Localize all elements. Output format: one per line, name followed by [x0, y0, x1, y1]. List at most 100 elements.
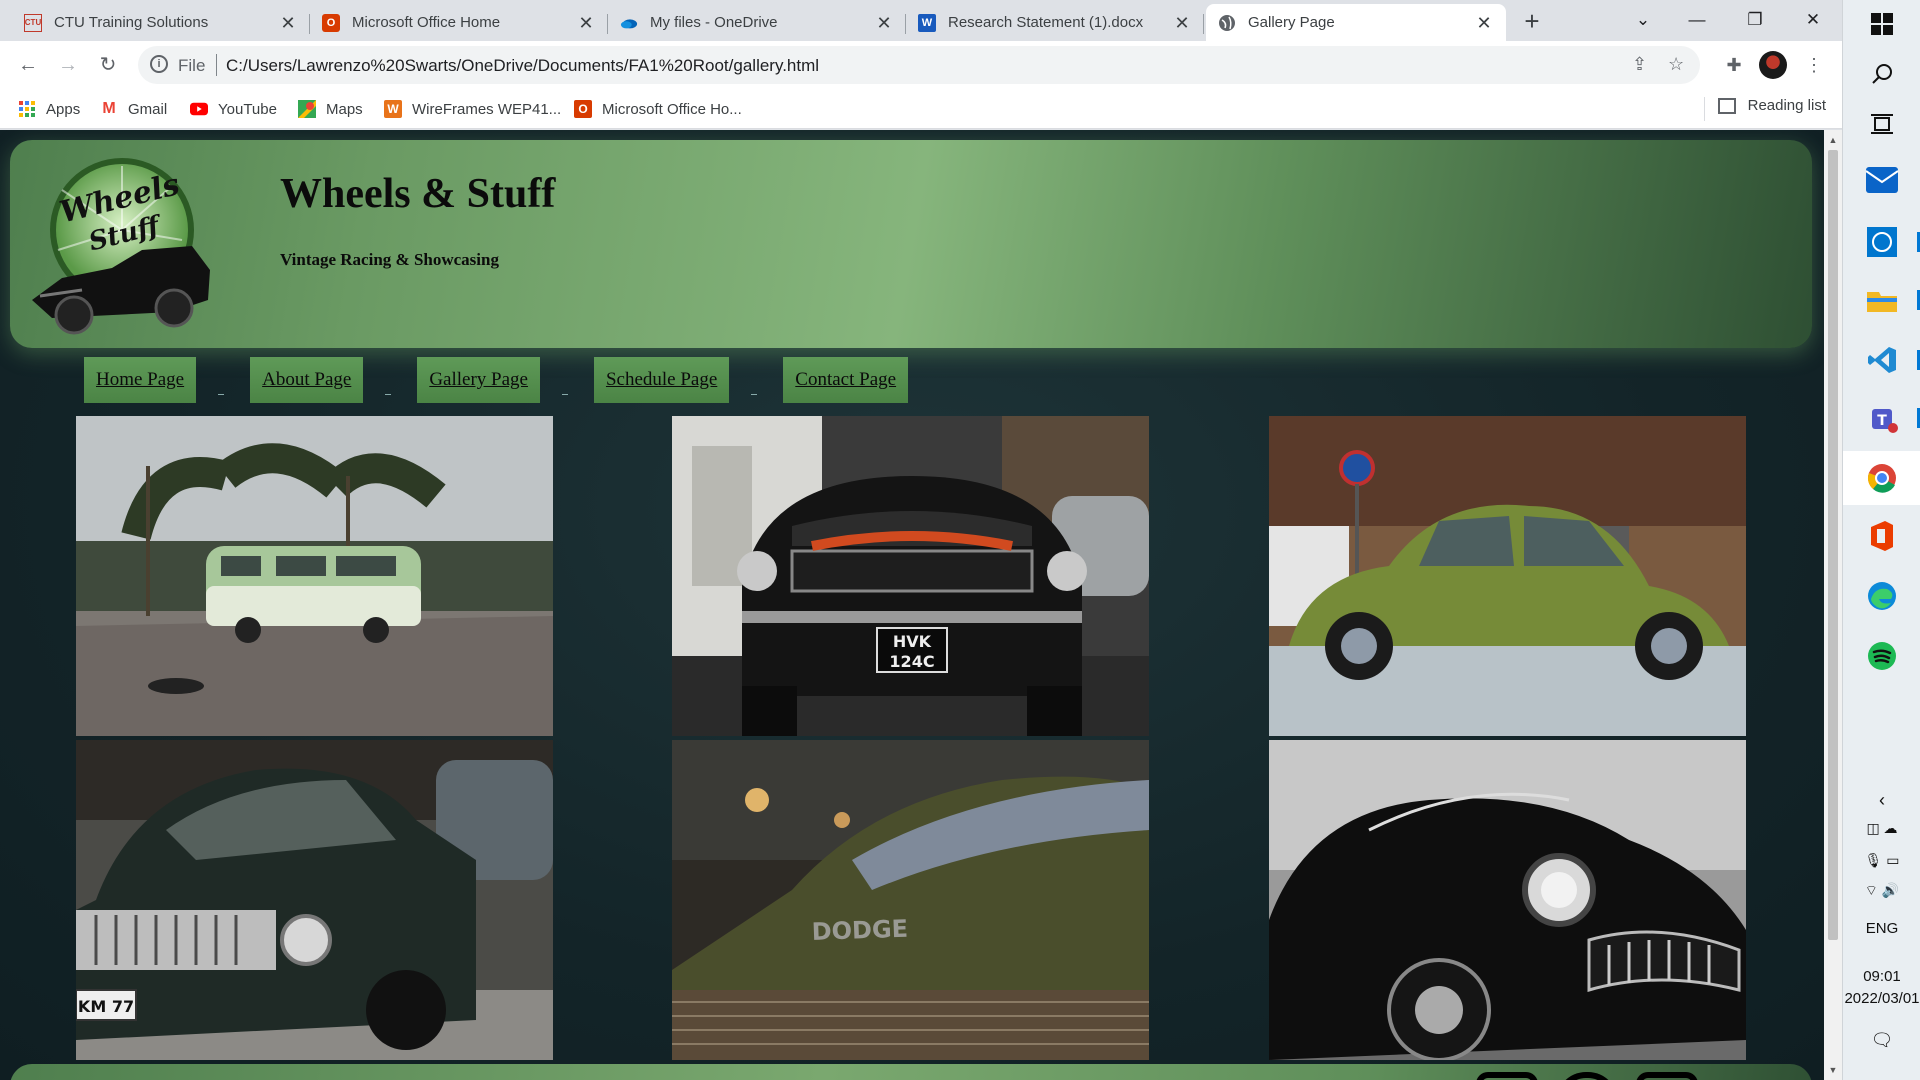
vscode-icon[interactable] [1862, 340, 1920, 380]
onedrive-cloud-icon [620, 14, 638, 32]
show-hidden-icons-chevron-icon[interactable]: ‹ [1843, 790, 1920, 811]
bookmark-label: Maps [326, 100, 363, 118]
office-icon: O [574, 100, 592, 118]
task-view-icon[interactable] [1862, 104, 1902, 144]
facebook-icon[interactable] [1476, 1072, 1538, 1080]
forward-arrow-icon[interactable]: → [52, 49, 84, 81]
bookmark-wireframes[interactable]: W WireFrames WEP41... [384, 97, 561, 121]
bookmark-maps[interactable]: Maps [298, 97, 363, 121]
close-tab-icon[interactable]: ✕ [278, 13, 298, 33]
gallery-image-vw-van[interactable] [76, 416, 553, 736]
tab-title: My files - OneDrive [650, 14, 778, 31]
search-icon[interactable] [1862, 54, 1902, 94]
mail-icon[interactable] [1862, 160, 1902, 200]
nav-schedule-link[interactable]: Schedule Page [593, 357, 730, 403]
spotify-icon[interactable] [1862, 636, 1902, 676]
file-explorer-icon[interactable] [1862, 280, 1920, 320]
bookmark-label: WireFrames WEP41... [412, 100, 562, 118]
svg-text:HVK: HVK [893, 632, 932, 651]
extensions-puzzle-icon[interactable]: ✚ [1718, 49, 1750, 81]
site-footer [10, 1064, 1812, 1080]
bookmark-star-icon[interactable]: ☆ [1668, 54, 1684, 75]
tray-wifi-and-volume-icons[interactable]: ⌔ 🔊 [1843, 882, 1920, 900]
reading-list-button[interactable]: Reading list [1703, 97, 1826, 121]
svg-text:DODGE: DODGE [811, 915, 908, 946]
tab-word[interactable]: W Research Statement (1).docx ✕ [906, 4, 1204, 41]
windows-start-icon[interactable] [1862, 4, 1902, 44]
tab-title: CTU Training Solutions [54, 14, 209, 31]
close-tab-icon[interactable]: ✕ [1474, 13, 1494, 33]
gallery-image-mustang[interactable]: HVK 124C [672, 416, 1149, 736]
url-text[interactable]: C:/Users/Lawrenzo%20Swarts/OneDrive/Docu… [226, 56, 819, 76]
edge-icon[interactable] [1862, 576, 1902, 616]
close-tab-icon[interactable]: ✕ [576, 13, 596, 33]
tab-onedrive[interactable]: My files - OneDrive ✕ [608, 4, 906, 41]
minimize-button[interactable]: — [1674, 4, 1720, 36]
new-tab-button[interactable]: + [1518, 8, 1546, 36]
close-tab-icon[interactable]: ✕ [874, 13, 894, 33]
profile-avatar[interactable] [1759, 51, 1787, 79]
svg-text:124C: 124C [889, 652, 934, 671]
tab-gallery[interactable]: Gallery Page ✕ [1206, 4, 1506, 41]
gmail-icon: M [102, 100, 116, 117]
browser-toolbar: ← → ↻ i File C:/Users/Lawrenzo%20Swarts/… [0, 41, 1842, 89]
site-title: Wheels & Stuff [280, 171, 556, 217]
chrome-icon[interactable] [1843, 451, 1920, 505]
bookmark-gmail[interactable]: M Gmail [100, 97, 167, 121]
tab-ctu[interactable]: CTU CTU Training Solutions ✕ [12, 4, 310, 41]
close-tab-icon[interactable]: ✕ [1172, 13, 1192, 33]
menu-kebab-icon[interactable]: ⋮ [1798, 49, 1830, 81]
instagram-icon[interactable] [1556, 1072, 1618, 1080]
bookmark-apps[interactable]: Apps [18, 97, 80, 121]
office-icon[interactable] [1862, 516, 1902, 556]
gallery-image-volga[interactable]: KM 77 [76, 740, 553, 1060]
tab-search-chevron-icon[interactable]: ⌄ [1620, 4, 1666, 36]
bookmark-office[interactable]: O Microsoft Office Ho... [574, 97, 742, 121]
site-subtitle: Vintage Racing & Showcasing [280, 250, 499, 269]
nav-separator [729, 357, 783, 403]
scrollbar-thumb[interactable] [1828, 150, 1838, 940]
url-divider [216, 54, 217, 76]
wheels-and-stuff-logo[interactable]: Wheels Stuff [22, 150, 212, 340]
dell-app-icon[interactable] [1862, 222, 1920, 262]
share-icon[interactable]: ⇪ [1632, 54, 1647, 75]
tray-meet-now-and-onedrive-icons[interactable]: ◫ ☁ [1843, 820, 1920, 837]
tab-title: Research Statement (1).docx [948, 14, 1144, 31]
photo-gallery: HVK 124C KM 77 DODGE [76, 416, 1746, 1060]
scroll-up-arrow-icon[interactable]: ▲ [1824, 132, 1842, 148]
globe-icon [1218, 14, 1236, 32]
scroll-down-arrow-icon[interactable]: ▼ [1824, 1062, 1842, 1078]
notifications-icon[interactable]: 🗨 [1843, 1030, 1920, 1051]
page-scrollbar[interactable]: ▲ ▼ [1824, 130, 1842, 1080]
tab-office[interactable]: O Microsoft Office Home ✕ [310, 4, 608, 41]
bookmark-label: YouTube [218, 100, 277, 118]
back-arrow-icon[interactable]: ← [12, 49, 44, 81]
twitter-icon[interactable] [1636, 1072, 1698, 1080]
nav-gallery-link[interactable]: Gallery Page [417, 357, 540, 403]
windows-taskbar: T ‹ ◫ ☁ 🎙 ▭ ⌔ 🔊 ENG 09:01 2022/03/01 🗨 [1842, 0, 1920, 1080]
site-header: Wheels Stuff Wheels & Stuff Vintage Raci… [10, 140, 1812, 348]
bookmarks-bar: Apps M Gmail YouTube Maps W WireFrames W… [0, 89, 1842, 129]
nav-contact-link[interactable]: Contact Page [783, 357, 909, 403]
bookmark-label: Gmail [128, 100, 168, 118]
gallery-image-dodge[interactable]: DODGE [672, 740, 1149, 1060]
reload-icon[interactable]: ↻ [92, 49, 124, 81]
reading-list-icon [1717, 97, 1736, 114]
input-language-indicator[interactable]: ENG [1843, 920, 1920, 937]
tray-mic-and-battery-icons[interactable]: 🎙 ▭ [1843, 852, 1920, 869]
wireframes-icon: W [384, 100, 402, 118]
teams-icon[interactable]: T [1862, 398, 1920, 438]
tab-title: Microsoft Office Home [352, 14, 501, 31]
clock-time[interactable]: 09:01 [1843, 968, 1920, 985]
gallery-image-corvette[interactable] [1269, 740, 1746, 1060]
bookmark-youtube[interactable]: YouTube [190, 97, 277, 121]
close-window-button[interactable]: ✕ [1790, 4, 1836, 36]
gallery-image-beetle[interactable] [1269, 416, 1746, 736]
address-bar[interactable]: i File C:/Users/Lawrenzo%20Swarts/OneDri… [138, 46, 1700, 84]
nav-about-link[interactable]: About Page [250, 357, 364, 403]
site-info-icon[interactable]: i [150, 55, 168, 73]
nav-home-link[interactable]: Home Page [84, 357, 197, 403]
restore-button[interactable]: ❐ [1732, 4, 1778, 36]
url-scheme: File [178, 56, 206, 75]
clock-date[interactable]: 2022/03/01 [1843, 990, 1920, 1007]
